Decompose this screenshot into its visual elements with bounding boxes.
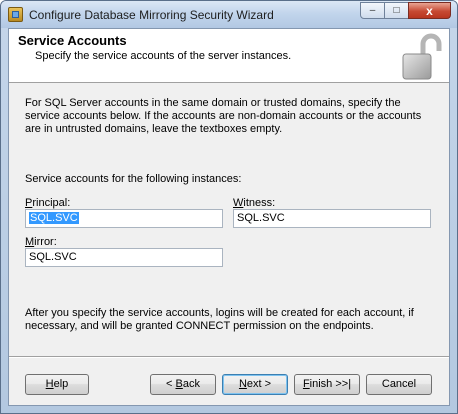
back-button-arrow: < <box>166 378 176 390</box>
finish-button[interactable]: Finish >>| <box>294 374 360 395</box>
mirror-account-value: SQL.SVC <box>29 251 77 263</box>
mirror-label-text: irror: <box>34 236 57 248</box>
witness-label: Witness: <box>233 197 275 209</box>
principal-account-value: SQL.SVC <box>29 212 79 224</box>
page-subtitle: Specify the service accounts of the serv… <box>35 50 292 62</box>
principal-account-input[interactable]: SQL.SVC <box>25 209 223 228</box>
wizard-content: For SQL Server accounts in the same doma… <box>9 83 449 356</box>
witness-label-hotkey: W <box>233 197 244 209</box>
maximize-button[interactable]: □ <box>384 2 409 19</box>
help-button-hotkey: H <box>45 378 54 390</box>
witness-label-text: itness: <box>243 197 276 209</box>
cancel-button[interactable]: Cancel <box>366 374 432 395</box>
close-button[interactable]: x <box>408 2 451 19</box>
witness-account-input[interactable]: SQL.SVC <box>233 209 431 228</box>
minimize-button[interactable]: – <box>360 2 385 19</box>
mirror-label: Mirror: <box>25 236 57 248</box>
wizard-app-icon <box>8 7 23 22</box>
page-title: Service Accounts <box>18 33 127 48</box>
footer-divider <box>9 356 449 358</box>
principal-label: Principal: <box>25 197 70 209</box>
wizard-client-area: Service Accounts Specify the service acc… <box>8 28 450 406</box>
mirror-account-input[interactable]: SQL.SVC <box>25 248 223 267</box>
logins-info-text: After you specify the service accounts, … <box>25 307 414 332</box>
next-button[interactable]: Next > <box>222 374 288 395</box>
wizard-header: Service Accounts Specify the service acc… <box>9 29 449 83</box>
window-title: Configure Database Mirroring Security Wi… <box>29 8 274 22</box>
back-button-hotkey: B <box>175 378 183 390</box>
window-controls: – □ x <box>360 2 451 19</box>
wizard-window: Configure Database Mirroring Security Wi… <box>0 0 458 414</box>
finish-button-label: inish >>| <box>309 378 352 390</box>
instances-label: Service accounts for the following insta… <box>25 173 242 185</box>
next-button-label: ext > <box>246 378 272 390</box>
witness-account-value: SQL.SVC <box>237 212 285 224</box>
finish-button-hotkey: F <box>302 378 310 390</box>
mirror-label-hotkey: M <box>25 236 35 248</box>
help-button[interactable]: Help <box>25 374 89 395</box>
help-button-label: elp <box>53 378 69 390</box>
lock-icon <box>402 33 442 80</box>
back-button-label: ack <box>182 378 200 390</box>
principal-label-text: rincipal: <box>32 197 71 209</box>
title-bar[interactable]: Configure Database Mirroring Security Wi… <box>1 1 457 28</box>
next-button-hotkey: N <box>238 378 247 390</box>
back-button[interactable]: < Back <box>150 374 216 395</box>
description-text: For SQL Server accounts in the same doma… <box>25 97 422 135</box>
